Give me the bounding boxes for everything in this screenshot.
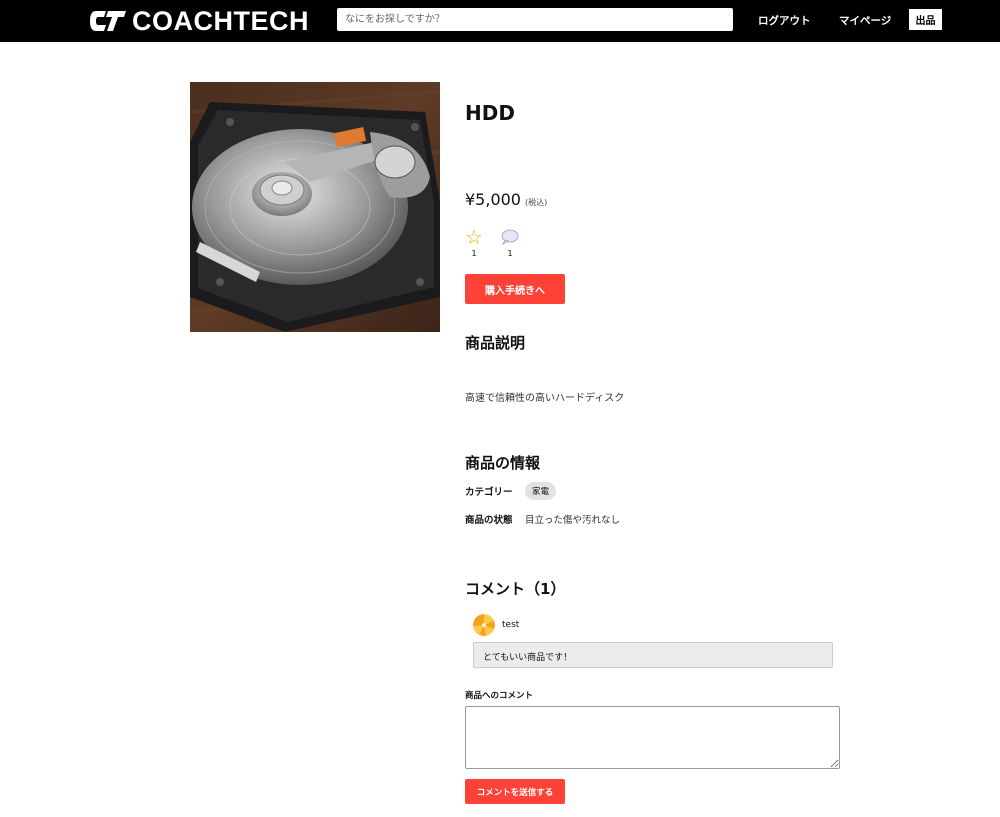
orange-avatar-icon [473, 614, 495, 636]
condition-row: 商品の状態 目立った傷や汚れなし [465, 512, 620, 526]
price-row: ¥5,000 (税込) [465, 190, 547, 209]
mypage-link[interactable]: マイページ [839, 13, 891, 28]
buy-button[interactable]: 購入手続きへ [465, 274, 565, 304]
description-title: 商品説明 [465, 334, 526, 352]
comments-title: コメント（1） [465, 580, 566, 598]
star-icon[interactable]: ☆ [465, 227, 483, 247]
category-label: カテゴリー [465, 487, 513, 498]
info-title: 商品の情報 [465, 454, 541, 472]
logo-text: COACHTECH [132, 6, 309, 36]
comment-body: とてもいい商品です！ [473, 642, 833, 668]
description-text: 高速で信頼性の高いハードディスク [465, 393, 625, 404]
category-tag: 家電 [525, 482, 557, 500]
comment-group: 1 [501, 227, 519, 258]
logout-link[interactable]: ログアウト [758, 13, 811, 28]
ct-logo-icon [90, 11, 126, 31]
hard-drive-photo-icon [190, 82, 440, 332]
comment-textarea[interactable] [465, 706, 840, 769]
comment-bubble-icon[interactable] [500, 227, 520, 247]
product-price: ¥5,000 [465, 190, 521, 209]
search-input[interactable] [337, 8, 733, 31]
avatar [473, 614, 495, 636]
reaction-icons: ☆ 1 1 [465, 227, 519, 258]
site-header: COACHTECH ログアウト マイページ 出品 [0, 0, 1000, 42]
category-row: カテゴリー 家電 [465, 482, 557, 500]
product-image [190, 82, 440, 332]
product-name: HDD [465, 101, 515, 125]
comment-username: test [502, 620, 520, 630]
comment-author: test [473, 614, 519, 636]
condition-label: 商品の状態 [465, 515, 513, 526]
like-count: 1 [471, 249, 477, 258]
condition-value: 目立った傷や汚れなし [525, 515, 621, 526]
like-group: ☆ 1 [465, 227, 483, 258]
tax-note: (税込) [524, 198, 548, 207]
comment-count: 1 [507, 249, 513, 258]
sell-button[interactable]: 出品 [909, 9, 942, 30]
comment-form-label: 商品へのコメント [465, 691, 534, 701]
coachtech-logo[interactable]: COACHTECH [88, 7, 309, 35]
submit-comment-button[interactable]: コメントを送信する [465, 779, 565, 804]
